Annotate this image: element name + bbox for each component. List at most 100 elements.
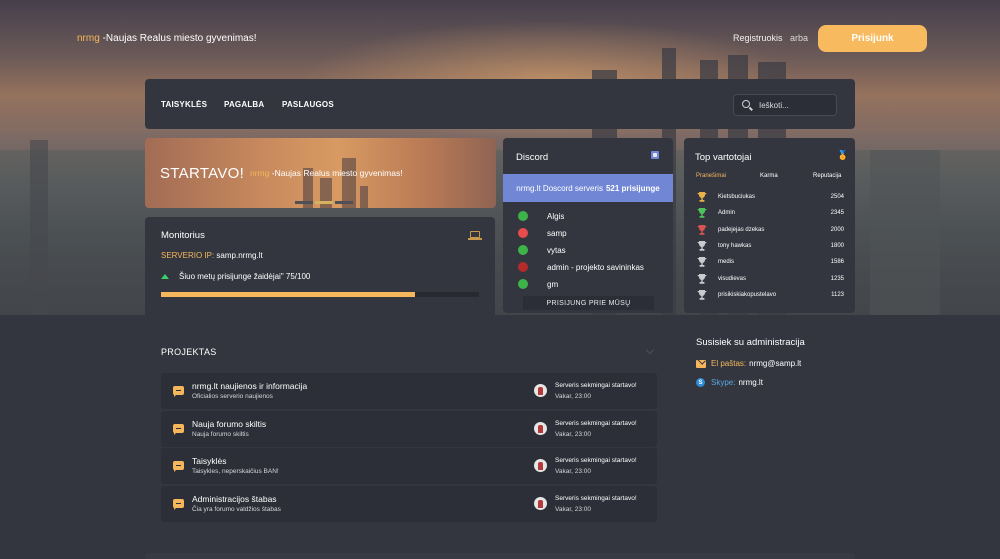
- nav-item-help[interactable]: PAGALBA: [224, 100, 264, 109]
- banner-building: [360, 186, 368, 208]
- discord-member[interactable]: admin - projekto savininkas: [518, 262, 644, 272]
- discord-member-name: samp: [547, 228, 567, 238]
- last-post-title[interactable]: Serveris sekmingai startavo!: [555, 457, 637, 464]
- banner-dot-active[interactable]: [315, 201, 333, 204]
- forum-title[interactable]: Administracijos štabas: [192, 494, 277, 504]
- search-input[interactable]: [759, 98, 834, 113]
- mail-icon: [696, 359, 706, 368]
- email-value[interactable]: nrmg@samp.lt: [749, 359, 801, 368]
- forum-title[interactable]: nrmg.lt naujienos ir informacija: [192, 381, 307, 391]
- top-user-score: 1123: [831, 291, 844, 298]
- discord-member[interactable]: samp: [518, 228, 567, 238]
- banner-dot[interactable]: [335, 201, 353, 204]
- arrow-up-icon: [161, 274, 169, 279]
- forum-title[interactable]: Taisyklės: [192, 456, 226, 466]
- tab-karma[interactable]: Karma: [760, 173, 778, 179]
- email-label: El paštas:: [711, 359, 747, 368]
- forum-row[interactable]: Taisyklės Taisykles, neperskaičius BAN! Se…: [161, 448, 657, 484]
- forum-description: Oficialios serverio naujienos: [192, 393, 273, 400]
- players-online: Šiuo metų prisijunge žaidėjai" 75/100: [179, 272, 311, 281]
- banner-dot[interactable]: [295, 201, 313, 204]
- discord-server-banner[interactable]: nrmg.lt Doscord serveris 521 prisijunge: [503, 174, 673, 202]
- server-ip: SERVERIO IP: samp.nrmg.lt: [161, 251, 263, 260]
- discord-join-button[interactable]: PRISIJUNG PRIE MŪSŲ: [523, 296, 654, 310]
- top-user-name: Kietsbuciukas: [718, 194, 756, 200]
- top-user-row[interactable]: Admin 2345: [696, 207, 844, 219]
- contact-skype: S Skype: nrmg.lt: [696, 378, 763, 387]
- status-dot-icon: [518, 245, 528, 255]
- top-user-score: 2345: [830, 210, 844, 217]
- top-user-row[interactable]: visudievas 1235: [696, 273, 844, 285]
- status-dot-icon: [518, 211, 528, 221]
- avatar[interactable]: [534, 421, 547, 435]
- contact-email: El paštas: nrmg@samp.lt: [696, 359, 801, 368]
- skyline-tower: [30, 140, 48, 315]
- last-post-title[interactable]: Serveris sekmingai startavo!: [555, 495, 637, 502]
- discord-member-name: admin - projekto savininkas: [547, 262, 644, 272]
- top-user-name: prisikiskiakopustelavo: [718, 291, 777, 298]
- laptop-icon: [468, 231, 482, 240]
- contact-title: Susisiek su administracija: [696, 337, 805, 348]
- forum-row[interactable]: nrmg.lt naujienos ir informacija Oficiali…: [161, 373, 657, 409]
- last-post-time: Vakar, 23:00: [555, 468, 592, 475]
- nav-item-rules[interactable]: TAISYKLĖS: [161, 100, 207, 109]
- chevron-down-icon[interactable]: [645, 345, 655, 355]
- top-bar: nrmg -Naujas Realus miesto gyvenimas! Re…: [0, 0, 1000, 78]
- register-link[interactable]: Registruokis: [733, 33, 783, 43]
- top-user-name: padejejas dzekas: [718, 226, 765, 233]
- discord-member[interactable]: gm: [518, 279, 558, 289]
- top-user-row[interactable]: padejejas dzekas 2000: [696, 224, 844, 236]
- projektas-title: PROJEKTAS: [161, 347, 217, 357]
- login-button[interactable]: Prisijunk: [818, 25, 927, 52]
- players-progress-fill: [161, 292, 416, 297]
- projektas-panel: PROJEKTAS nrmg.lt naujienos ir informaci…: [145, 323, 673, 545]
- top-user-row[interactable]: prisikiskiakopustelavo 1123: [696, 289, 844, 301]
- forum-description: Čia yra forumo valdžios štabas: [192, 505, 281, 513]
- discord-member[interactable]: Algis: [518, 211, 564, 221]
- chat-bubble-icon: [173, 386, 184, 397]
- top-user-row[interactable]: medis 1586: [696, 256, 844, 268]
- discord-member-name: vytas: [547, 245, 566, 255]
- status-dot-icon: [518, 228, 528, 238]
- forum-description: Taisykles, neperskaičius BAN!: [192, 468, 279, 475]
- top-users-title: Top vartotojai: [695, 152, 752, 163]
- avatar[interactable]: [534, 459, 547, 472]
- forum-title[interactable]: Nauja forumo skiltis: [192, 419, 266, 429]
- top-user-score: 1800: [830, 242, 844, 249]
- next-panel-edge: [145, 553, 855, 559]
- banner-title: STARTAVO!: [160, 165, 245, 182]
- search-icon[interactable]: [742, 100, 750, 108]
- monitor-title: Monitorius: [161, 230, 205, 241]
- banner-pagination: [295, 201, 353, 204]
- trophy-icon: [697, 257, 707, 267]
- discord-member[interactable]: vytas: [518, 245, 566, 255]
- brand-logo[interactable]: nrmg -Naujas Realus miesto gyvenimas!: [77, 33, 257, 44]
- top-user-name: tony hawkas: [718, 242, 752, 249]
- last-post-time: Vakar, 23:00: [555, 393, 592, 400]
- tab-reputation[interactable]: Reputacija: [813, 173, 841, 179]
- top-user-name: visudievas: [718, 275, 747, 282]
- top-user-name: medis: [718, 259, 735, 266]
- server-started-banner[interactable]: STARTAVO! nrmg -Naujas Realus miesto gyv…: [145, 138, 496, 208]
- last-post-title[interactable]: Serveris sekmingai startavo!: [555, 382, 637, 389]
- forum-row[interactable]: Administracijos štabas Čia yra forumo val…: [161, 485, 657, 522]
- top-user-score: 2000: [830, 226, 844, 233]
- top-user-row[interactable]: Kietsbuciukas 2504: [696, 191, 844, 203]
- players-progress-bar: [161, 292, 479, 297]
- last-post-time: Vakar, 23:00: [555, 430, 592, 438]
- avatar[interactable]: [534, 384, 547, 397]
- chat-bubble-icon: [173, 423, 184, 435]
- tab-posts[interactable]: Pranešimai: [696, 173, 726, 179]
- top-user-name: Admin: [718, 210, 736, 217]
- nav-item-services[interactable]: PASLAUGOS: [282, 100, 334, 109]
- search-box[interactable]: [733, 94, 837, 116]
- last-post-time: Vakar, 23:00: [555, 505, 592, 513]
- last-post-title[interactable]: Serveris sekmingai startavo!: [555, 420, 637, 427]
- top-user-row[interactable]: tony hawkas 1800: [696, 240, 844, 252]
- discord-member-name: gm: [547, 279, 559, 289]
- forum-row[interactable]: Nauja forumo skiltis Nauja forumo skiltis…: [161, 410, 657, 447]
- skype-value[interactable]: nrmg.lt: [738, 378, 762, 387]
- trophy-icon: [697, 273, 707, 284]
- chat-bubble-icon: [173, 498, 184, 510]
- avatar[interactable]: [534, 496, 547, 510]
